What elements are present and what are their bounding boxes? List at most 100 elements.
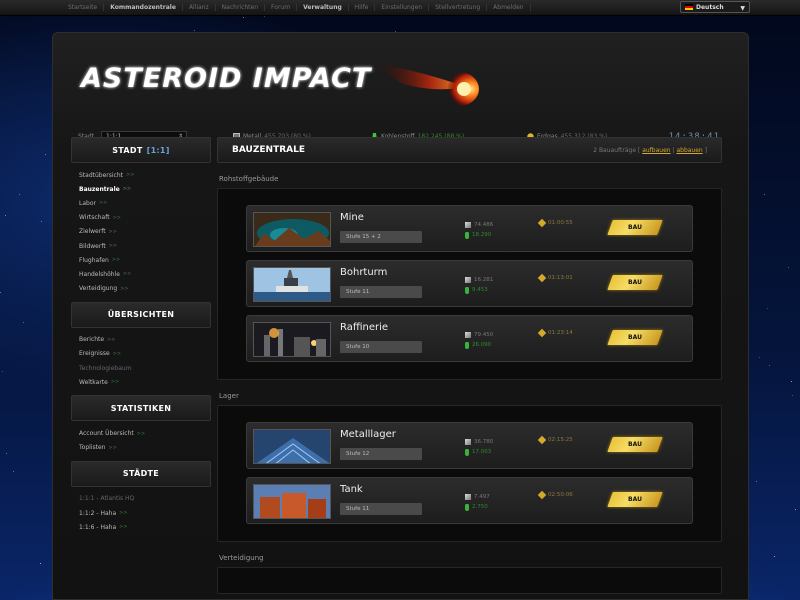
sidebar-item[interactable]: Wirtschaft >> xyxy=(79,211,211,225)
build-time: 01:23:14 xyxy=(537,328,573,338)
sidebar-item[interactable]: Weltkarte >> xyxy=(79,375,211,389)
sidebar-item[interactable]: Berichte >> xyxy=(79,333,211,347)
sidebar-item[interactable]: Verteidigung >> xyxy=(79,282,211,296)
sidebar-item[interactable]: Ereignisse >> xyxy=(79,347,211,361)
building-name[interactable]: Mine xyxy=(340,212,364,223)
external-link-icon[interactable]: >> xyxy=(107,337,115,343)
sidebar-item[interactable]: 1:1:2 - Haha >> xyxy=(79,506,211,520)
clock-icon xyxy=(537,218,547,228)
metal-icon xyxy=(465,439,471,445)
carbon-cost-value: 17.003 xyxy=(472,449,492,455)
carbon-cost-value: 18.290 xyxy=(472,232,492,238)
building-image[interactable] xyxy=(253,212,331,247)
building-image[interactable] xyxy=(253,429,331,464)
build-time-value: 02:15:25 xyxy=(548,437,573,443)
build-button-label: BAU xyxy=(628,441,642,448)
language-select[interactable]: Deutsch ▼ xyxy=(680,1,750,13)
build-time: 02:15:25 xyxy=(537,435,573,445)
metal-cost-value: 16.281 xyxy=(474,277,494,283)
building-image[interactable] xyxy=(253,267,331,302)
building-name[interactable]: Tank xyxy=(340,484,363,495)
sidebar-list-uebersichten: Berichte >> Ereignisse >> Technologiebaum Wel… xyxy=(71,330,211,396)
sidebar-item[interactable]: Toplisten >> xyxy=(79,441,211,455)
external-link-icon[interactable]: >> xyxy=(120,286,128,292)
nav-item[interactable]: Nachrichten xyxy=(216,4,266,11)
sidebar-item[interactable]: Handelshöhle >> xyxy=(79,267,211,281)
logo[interactable]: ASTEROID IMPACT xyxy=(81,51,479,111)
nav-item[interactable]: Verwaltung xyxy=(297,4,349,11)
build-button[interactable]: BAU xyxy=(607,330,663,345)
build-button[interactable]: BAU xyxy=(607,275,663,290)
sidebar-item[interactable]: Stadtübersicht >> xyxy=(79,168,211,182)
sidebar-item[interactable]: Bauzentrale >> xyxy=(79,182,211,196)
metal-icon xyxy=(465,332,471,338)
external-link-icon[interactable]: >> xyxy=(123,271,131,277)
sidebar-list-staedte: 1:1:1 - Atlantis HQ 1:1:2 - Haha >> 1:1:6 -… xyxy=(71,489,211,541)
sidebar-item[interactable]: Flughafen >> xyxy=(79,253,211,267)
sidebar-list-stadt: Stadtübersicht >> Bauzentrale >> Labor >> Wirt… xyxy=(71,165,211,302)
metal-cost: 79.450 xyxy=(465,330,493,340)
sidebar-item-label: Bauzentrale xyxy=(79,185,120,193)
sidebar-item[interactable]: Labor >> xyxy=(79,196,211,210)
metal-cost: 7.497 xyxy=(465,492,490,502)
external-link-icon[interactable]: >> xyxy=(109,243,117,249)
nav-item[interactable]: Forum xyxy=(265,4,298,11)
external-link-icon[interactable]: >> xyxy=(113,351,121,357)
external-link-icon[interactable]: >> xyxy=(109,229,117,235)
nav-item[interactable]: Startseite xyxy=(62,4,105,11)
building-name[interactable]: Metalllager xyxy=(340,429,396,440)
external-link-icon[interactable]: >> xyxy=(123,186,131,192)
sidebar-item-label: Zielwerft xyxy=(79,228,106,236)
building-level: Stufe 11 xyxy=(340,286,422,298)
content-area: BAUZENTRALE 2 Bauaufträge [ aufbauen | a… xyxy=(217,137,722,594)
sidebar-head-label: STATISTIKEN xyxy=(110,403,172,413)
building-image[interactable] xyxy=(253,484,331,519)
external-link-icon[interactable]: >> xyxy=(119,524,127,530)
build-time-value: 01:23:14 xyxy=(548,330,573,336)
external-link-icon[interactable]: >> xyxy=(126,172,134,178)
metal-cost-value: 79.450 xyxy=(474,332,494,338)
nav-item[interactable]: Hilfe xyxy=(349,4,376,11)
external-link-icon[interactable]: >> xyxy=(108,445,116,451)
build-button[interactable]: BAU xyxy=(607,492,663,507)
sidebar-item[interactable]: Account Übersicht >> xyxy=(79,426,211,440)
crystal-icon xyxy=(465,286,469,294)
clock-icon xyxy=(537,435,547,445)
section-box: Mine Stufe 15 + 2 74.486 18.290 01:00:55 BAU B… xyxy=(217,188,722,380)
external-link-icon[interactable]: >> xyxy=(119,510,127,516)
language-label: Deutsch xyxy=(696,3,724,11)
external-link-icon[interactable]: >> xyxy=(137,431,145,437)
metal-cost: 36.780 xyxy=(465,437,493,447)
nav-item[interactable]: Abmelden xyxy=(487,4,531,11)
nav-item[interactable]: Stellvertretung xyxy=(429,4,488,11)
section-label: Lager xyxy=(219,392,239,400)
building-image[interactable] xyxy=(253,322,331,357)
build-button-label: BAU xyxy=(628,279,642,286)
german-flag-icon xyxy=(685,4,693,10)
sidebar-head-stadt: STADT [1:1] xyxy=(71,137,211,163)
build-button-label: BAU xyxy=(628,496,642,503)
external-link-icon[interactable]: >> xyxy=(113,215,121,221)
nav-item[interactable]: Kommandozentrale xyxy=(104,4,183,11)
metal-icon xyxy=(465,222,471,228)
building-name[interactable]: Bohrturm xyxy=(340,267,387,278)
sidebar-item[interactable]: Technologiebaum xyxy=(79,361,211,375)
nav-item[interactable]: Allianz xyxy=(183,4,216,11)
external-link-icon[interactable]: >> xyxy=(111,379,119,385)
build-button[interactable]: BAU xyxy=(607,220,663,235)
carbon-cost: 17.003 xyxy=(465,447,493,457)
sidebar-item[interactable]: Zielwerft >> xyxy=(79,225,211,239)
build-button[interactable]: BAU xyxy=(607,437,663,452)
chevron-down-icon: ▼ xyxy=(740,5,745,12)
nav-item[interactable]: Einstellungen xyxy=(375,4,430,11)
abbauen-link[interactable]: abbauen xyxy=(676,147,702,154)
sidebar-item[interactable]: Bildwerft >> xyxy=(79,239,211,253)
sidebar-item-label: Toplisten xyxy=(79,444,106,452)
sidebar-item[interactable]: 1:1:6 - Haha >> xyxy=(79,520,211,534)
building-name[interactable]: Raffinerie xyxy=(340,322,388,333)
aufbauen-link[interactable]: aufbauen xyxy=(642,147,670,154)
building-costs: 16.281 9.453 xyxy=(465,275,493,295)
external-link-icon[interactable]: >> xyxy=(112,257,120,263)
sidebar-item[interactable]: 1:1:1 - Atlantis HQ xyxy=(79,492,211,506)
external-link-icon[interactable]: >> xyxy=(99,200,107,206)
